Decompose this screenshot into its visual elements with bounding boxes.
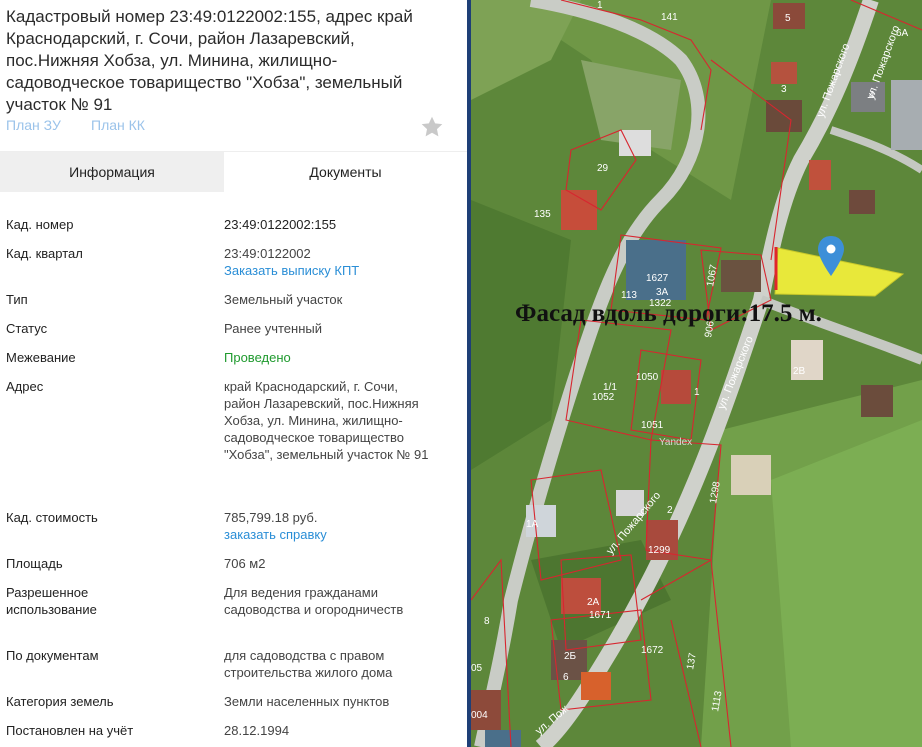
- cad-number-value: 23:49:0122002:155: [224, 217, 337, 232]
- lot-label: 6: [563, 672, 569, 683]
- lot-label: 1671: [589, 610, 612, 621]
- order-certificate-link[interactable]: заказать справку: [224, 526, 439, 543]
- survey-value: Проведено: [224, 350, 291, 365]
- tab-documents[interactable]: Документы: [224, 152, 467, 192]
- lot-label: 2А: [587, 597, 600, 608]
- registered-value: 28.12.1994: [224, 723, 290, 738]
- lot-label: 1627: [646, 273, 669, 284]
- lot-label: 4: [869, 90, 875, 101]
- favorite-star-icon[interactable]: [419, 114, 445, 140]
- area-value: 706 м2: [224, 556, 266, 571]
- registered-label: Постановлен на учёт: [6, 723, 134, 738]
- land-category-label: Категория земель: [6, 694, 114, 709]
- by-docs-value: для садоводства с правом строительства ж…: [224, 648, 393, 680]
- lot-label: 004: [471, 710, 488, 721]
- facade-length-label: Фасад вдоль дороги:17.5 м.: [515, 300, 822, 327]
- yandex-watermark: Yandex: [659, 437, 692, 448]
- cad-number-label: Кад. номер: [6, 217, 74, 232]
- cost-label: Кад. стоимость: [6, 510, 98, 525]
- tab-information[interactable]: Информация: [0, 152, 224, 192]
- lot-label: 2: [667, 505, 673, 516]
- cost-group: 785,799.18 руб. заказать справку: [224, 509, 439, 543]
- lot-label: 1050: [636, 372, 659, 383]
- cad-block-label: Кад. квартал: [6, 246, 83, 261]
- address-value: край Краснодарский, г. Сочи, район Лазар…: [224, 379, 429, 462]
- lot-label: 2В: [793, 366, 806, 377]
- permitted-use-value: Для ведения гражданами садоводства и ого…: [224, 585, 404, 617]
- page-title: Кадастровый номер 23:49:0122002:155, адр…: [6, 7, 413, 114]
- cost-value: 785,799.18 руб.: [224, 510, 318, 525]
- area-label: Площадь: [6, 556, 63, 571]
- status-label: Статус: [6, 321, 48, 336]
- lot-label: 29: [597, 163, 609, 174]
- lot-label: 135: [534, 209, 551, 220]
- lot-label: 05: [471, 663, 483, 674]
- lot-label: 141: [661, 12, 678, 23]
- tab-bar: Информация Документы: [0, 151, 467, 192]
- type-value: Земельный участок: [224, 292, 343, 307]
- lot-label: 1051: [641, 420, 664, 431]
- satellite-map[interactable]: ул. Пожарского ул. Пожарского ул. Пожарс…: [471, 0, 922, 747]
- lot-label: 3: [781, 84, 787, 95]
- map-canvas[interactable]: ул. Пожарского ул. Пожарского ул. Пожарс…: [471, 0, 922, 747]
- cad-block-value: 23:49:0122002: [224, 246, 311, 261]
- address-label: Адрес: [6, 379, 44, 394]
- info-panel: Кадастровый номер 23:49:0122002:155, адр…: [0, 0, 467, 747]
- lot-label: 5: [785, 13, 791, 24]
- lot-label: 1052: [592, 392, 615, 403]
- lot-label: 2Б: [564, 651, 577, 662]
- status-value: Ранее учтенный: [224, 321, 322, 336]
- lot-label: 1: [597, 0, 603, 11]
- order-kpt-link[interactable]: Заказать выписку КПТ: [224, 262, 439, 279]
- lot-label: 3А: [656, 287, 669, 298]
- lot-label: 1672: [641, 645, 664, 656]
- lot-label: 1299: [648, 545, 671, 556]
- plan-zu-link[interactable]: План ЗУ: [6, 117, 61, 133]
- lot-label: 1А: [526, 519, 539, 530]
- permitted-use-label: Разрешенное использование: [6, 585, 97, 617]
- lot-label: 8: [484, 616, 490, 627]
- by-docs-label: По документам: [6, 648, 99, 663]
- survey-label: Межевание: [6, 350, 76, 365]
- cad-block-group: 23:49:0122002 Заказать выписку КПТ: [224, 245, 439, 279]
- type-label: Тип: [6, 292, 28, 307]
- land-category-value: Земли населенных пунктов: [224, 694, 390, 709]
- lot-label: 1: [694, 387, 700, 398]
- lot-label: 6А: [896, 28, 909, 39]
- plan-kk-link[interactable]: План КК: [91, 117, 145, 133]
